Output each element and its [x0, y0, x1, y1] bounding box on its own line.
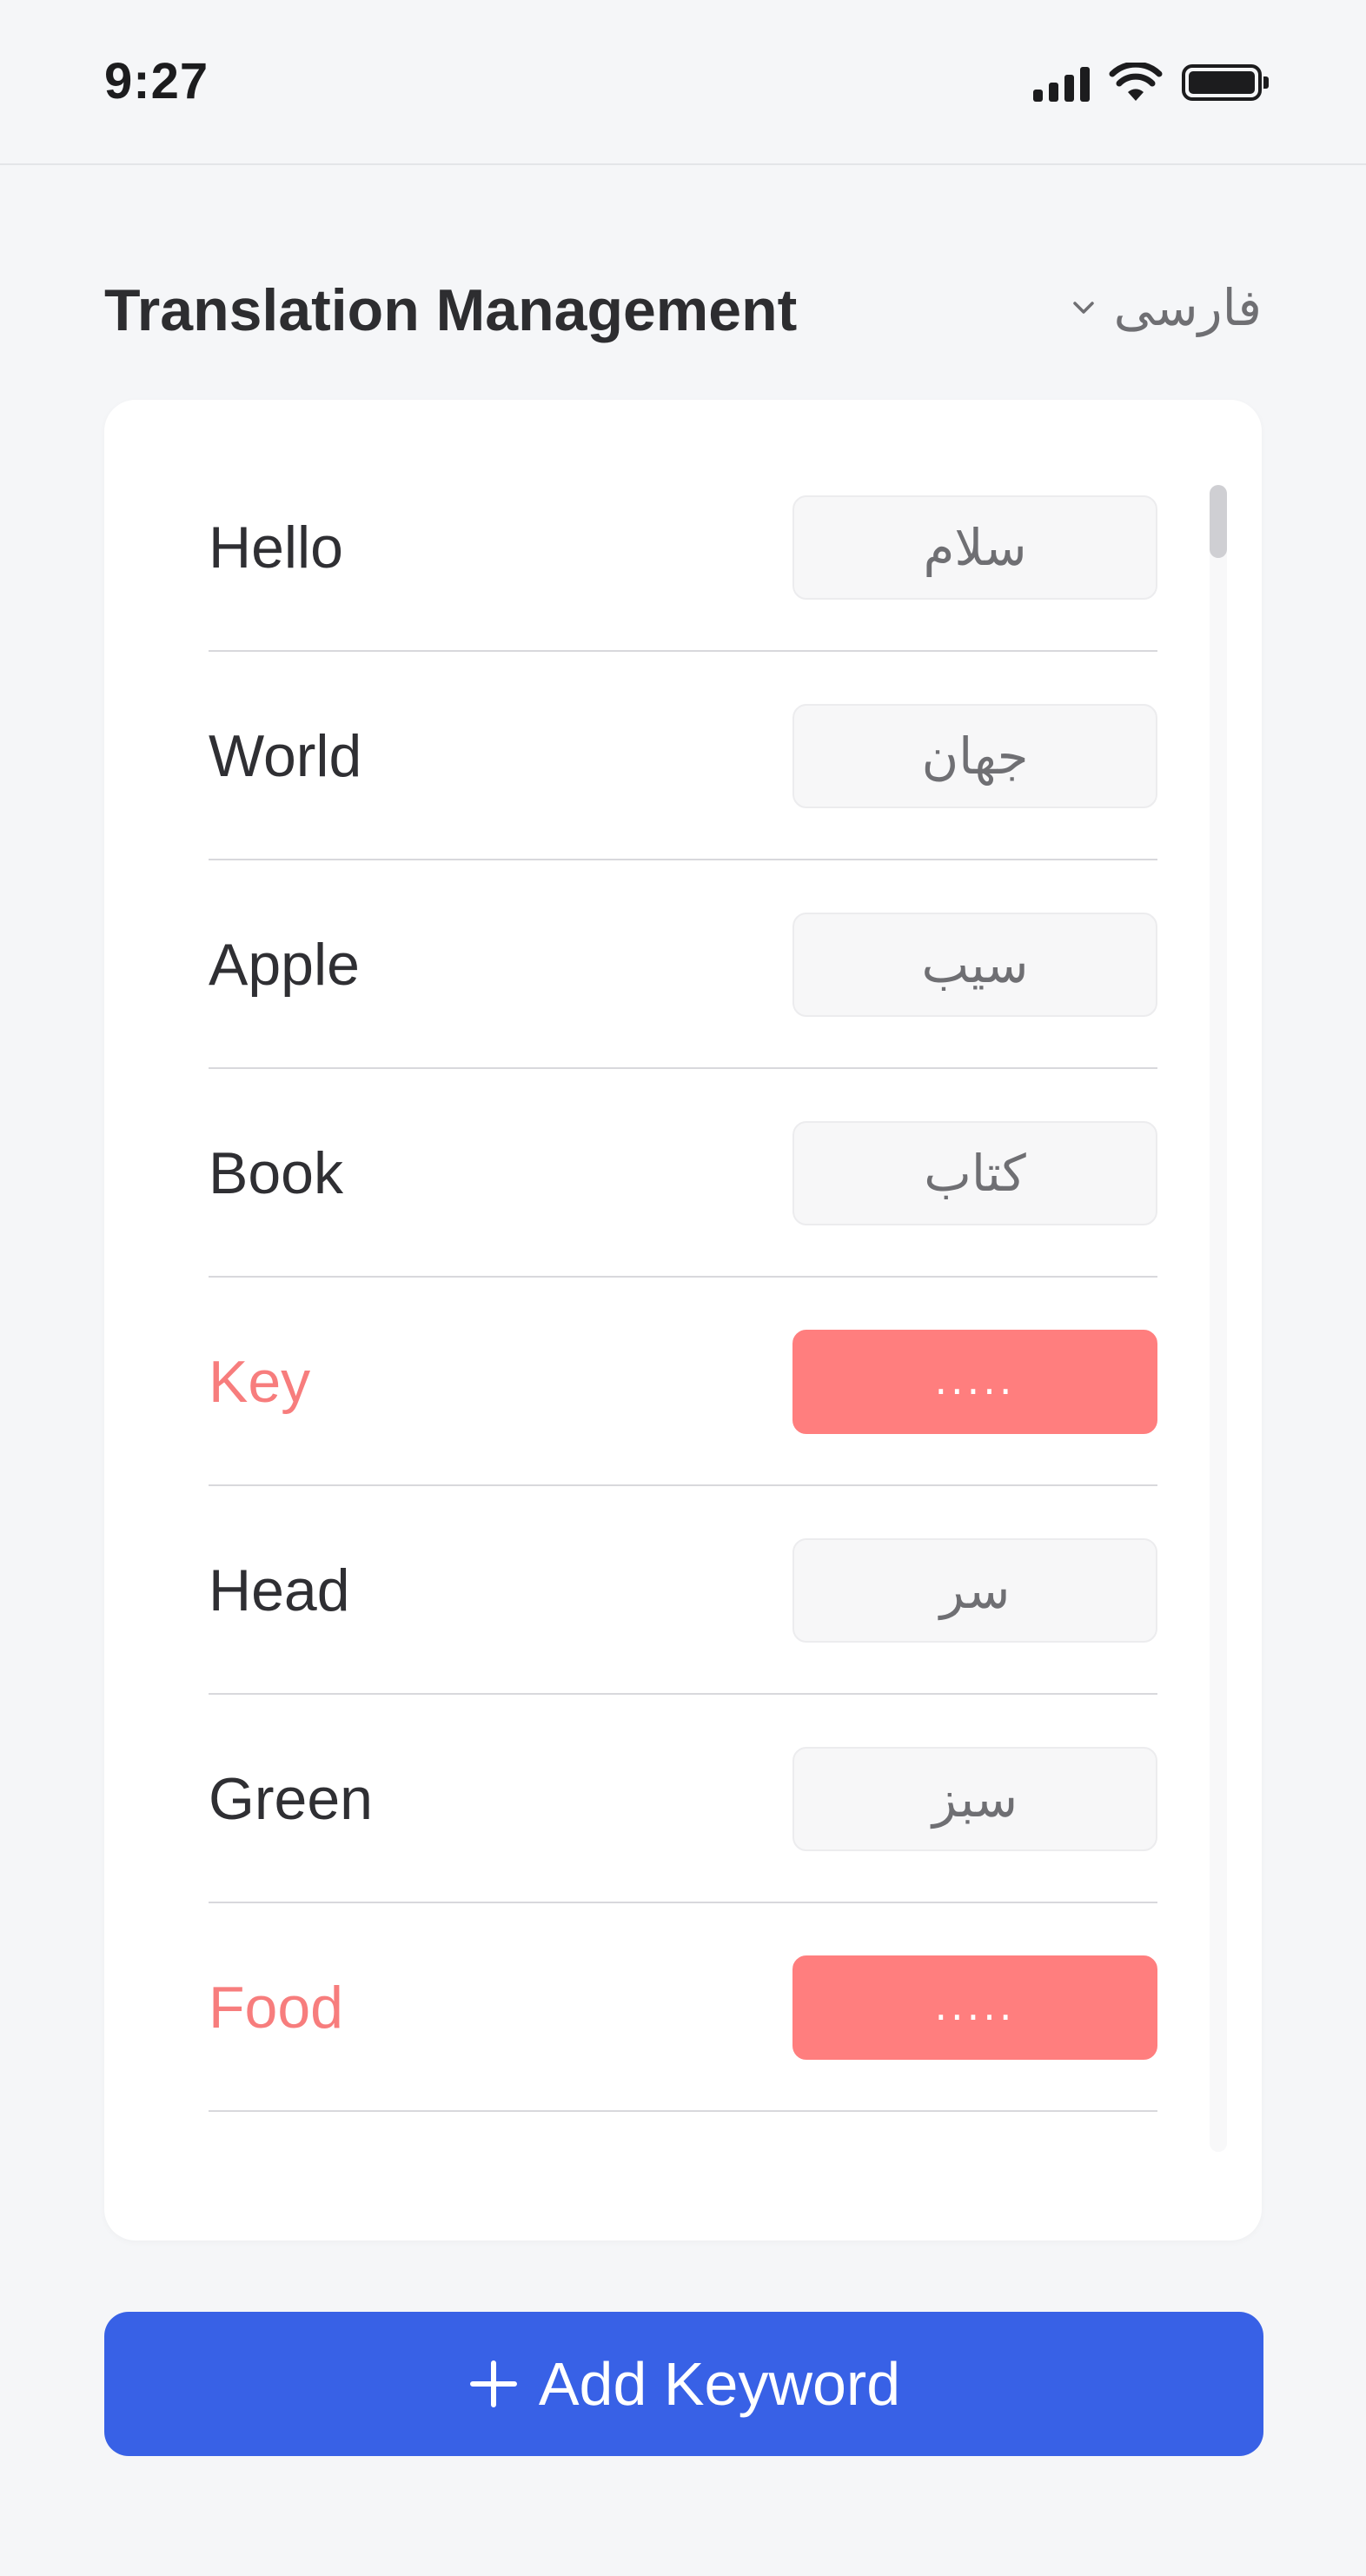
add-keyword-button[interactable]: Add Keyword [104, 2312, 1263, 2456]
keyword-row-key[interactable]: Key ..... [209, 1278, 1157, 1486]
translation-field[interactable]: جهان [792, 704, 1157, 808]
translation-field[interactable]: سر [792, 1538, 1157, 1643]
translation-field[interactable]: سبز [792, 1747, 1157, 1851]
translation-field[interactable]: کتاب [792, 1121, 1157, 1225]
keyword-list-card: Hello سلام World جهان Apple سیب Book کتا… [104, 400, 1262, 2241]
signal-icon [1033, 63, 1090, 102]
header: Translation Management فارسی [104, 269, 1262, 348]
translation-field-missing[interactable]: ..... [792, 1330, 1157, 1434]
keyword-label: Head [209, 1557, 350, 1623]
translation-field[interactable]: سیب [792, 913, 1157, 1017]
scrollbar-thumb[interactable] [1210, 485, 1227, 558]
keyword-row-head[interactable]: Head سر [209, 1486, 1157, 1695]
keyword-label: Key [209, 1349, 311, 1415]
wifi-icon [1109, 63, 1163, 101]
keyword-label: World [209, 723, 362, 789]
keyword-label: Book [209, 1140, 343, 1206]
scrollbar[interactable] [1210, 485, 1227, 2152]
keyword-label: Green [209, 1766, 373, 1832]
keyword-row-green[interactable]: Green سبز [209, 1695, 1157, 1903]
page-title: Translation Management [104, 277, 798, 343]
keyword-row-hello[interactable]: Hello سلام [209, 443, 1157, 652]
keyword-row-food[interactable]: Food ..... [209, 1903, 1157, 2112]
keyword-label: Food [209, 1975, 343, 2041]
translation-field[interactable]: سلام [792, 495, 1157, 600]
keyword-row-world[interactable]: World جهان [209, 652, 1157, 860]
language-selector[interactable]: فارسی [1069, 278, 1262, 337]
add-keyword-label: Add Keyword [538, 2350, 901, 2418]
keyword-label: Hello [209, 515, 343, 581]
chevron-down-icon [1072, 302, 1094, 314]
battery-icon [1182, 64, 1269, 101]
language-label: فارسی [1113, 278, 1262, 337]
status-bar: 9:27 [0, 0, 1366, 165]
status-time: 9:27 [104, 53, 209, 110]
plus-icon [469, 2360, 517, 2407]
keyword-row-apple[interactable]: Apple سیب [209, 860, 1157, 1069]
status-icons [1033, 61, 1269, 104]
keyword-label: Apple [209, 932, 360, 998]
translation-field-missing[interactable]: ..... [792, 1955, 1157, 2060]
keyword-row-book[interactable]: Book کتاب [209, 1069, 1157, 1278]
